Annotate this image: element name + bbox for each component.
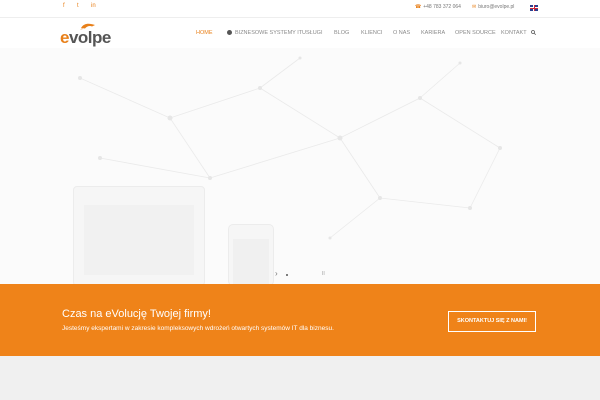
laptop-mockup — [73, 186, 205, 284]
check-circle-icon — [227, 30, 232, 35]
nav-open-source[interactable]: OPEN SOURCE — [455, 30, 496, 36]
phone-mockup — [228, 224, 274, 284]
logo[interactable]: evolpe — [60, 22, 112, 48]
email-address: biuro@evolpe.pl — [478, 4, 515, 10]
top-bar: f t in ☎ +48 783 372 064 ✉ biuro@evolpe.pl — [0, 0, 600, 18]
slider-dot[interactable] — [286, 274, 288, 276]
phone-icon: ☎ — [415, 4, 422, 10]
twitter-icon[interactable]: t — [77, 3, 79, 9]
slider-pause-button[interactable]: II — [322, 271, 325, 277]
banner-subtitle: Jesteśmy ekspertami w zakresie komplekso… — [62, 325, 334, 332]
phone-number: +48 783 372 064 — [423, 4, 461, 10]
nav-kariera[interactable]: KARIERA — [421, 30, 445, 36]
nav-home[interactable]: HOME — [196, 30, 213, 36]
nav-klienci[interactable]: KLIENCI — [361, 30, 382, 36]
search-icon[interactable] — [531, 30, 536, 35]
nav-o-nas[interactable]: O NAS — [393, 30, 410, 36]
phone-link[interactable]: ☎ +48 783 372 064 — [415, 4, 461, 10]
linkedin-icon[interactable]: in — [91, 3, 96, 9]
logo-wordmark: evolpe — [60, 28, 111, 47]
nav-kontakt[interactable]: KONTAKT — [501, 30, 527, 36]
nav-blog[interactable]: BLOG — [334, 30, 349, 36]
banner-title: Czas na eVolucję Twojej firmy! — [62, 308, 211, 320]
slider-next-arrow[interactable]: › — [275, 269, 278, 278]
envelope-icon: ✉ — [472, 4, 477, 10]
contact-us-button[interactable]: SKONTAKTUJ SIĘ Z NAMI! — [448, 311, 536, 332]
facebook-icon[interactable]: f — [63, 3, 65, 9]
content-section — [0, 356, 600, 400]
nav-biznesowe-systemy-it[interactable]: BIZNESOWE SYSTEMY IT — [235, 30, 302, 36]
hero-slider: › II — [0, 48, 600, 284]
flag-uk-icon[interactable] — [530, 5, 538, 11]
email-link[interactable]: ✉ biuro@evolpe.pl — [472, 4, 514, 10]
nav-uslugi[interactable]: USŁUGI — [302, 30, 322, 36]
